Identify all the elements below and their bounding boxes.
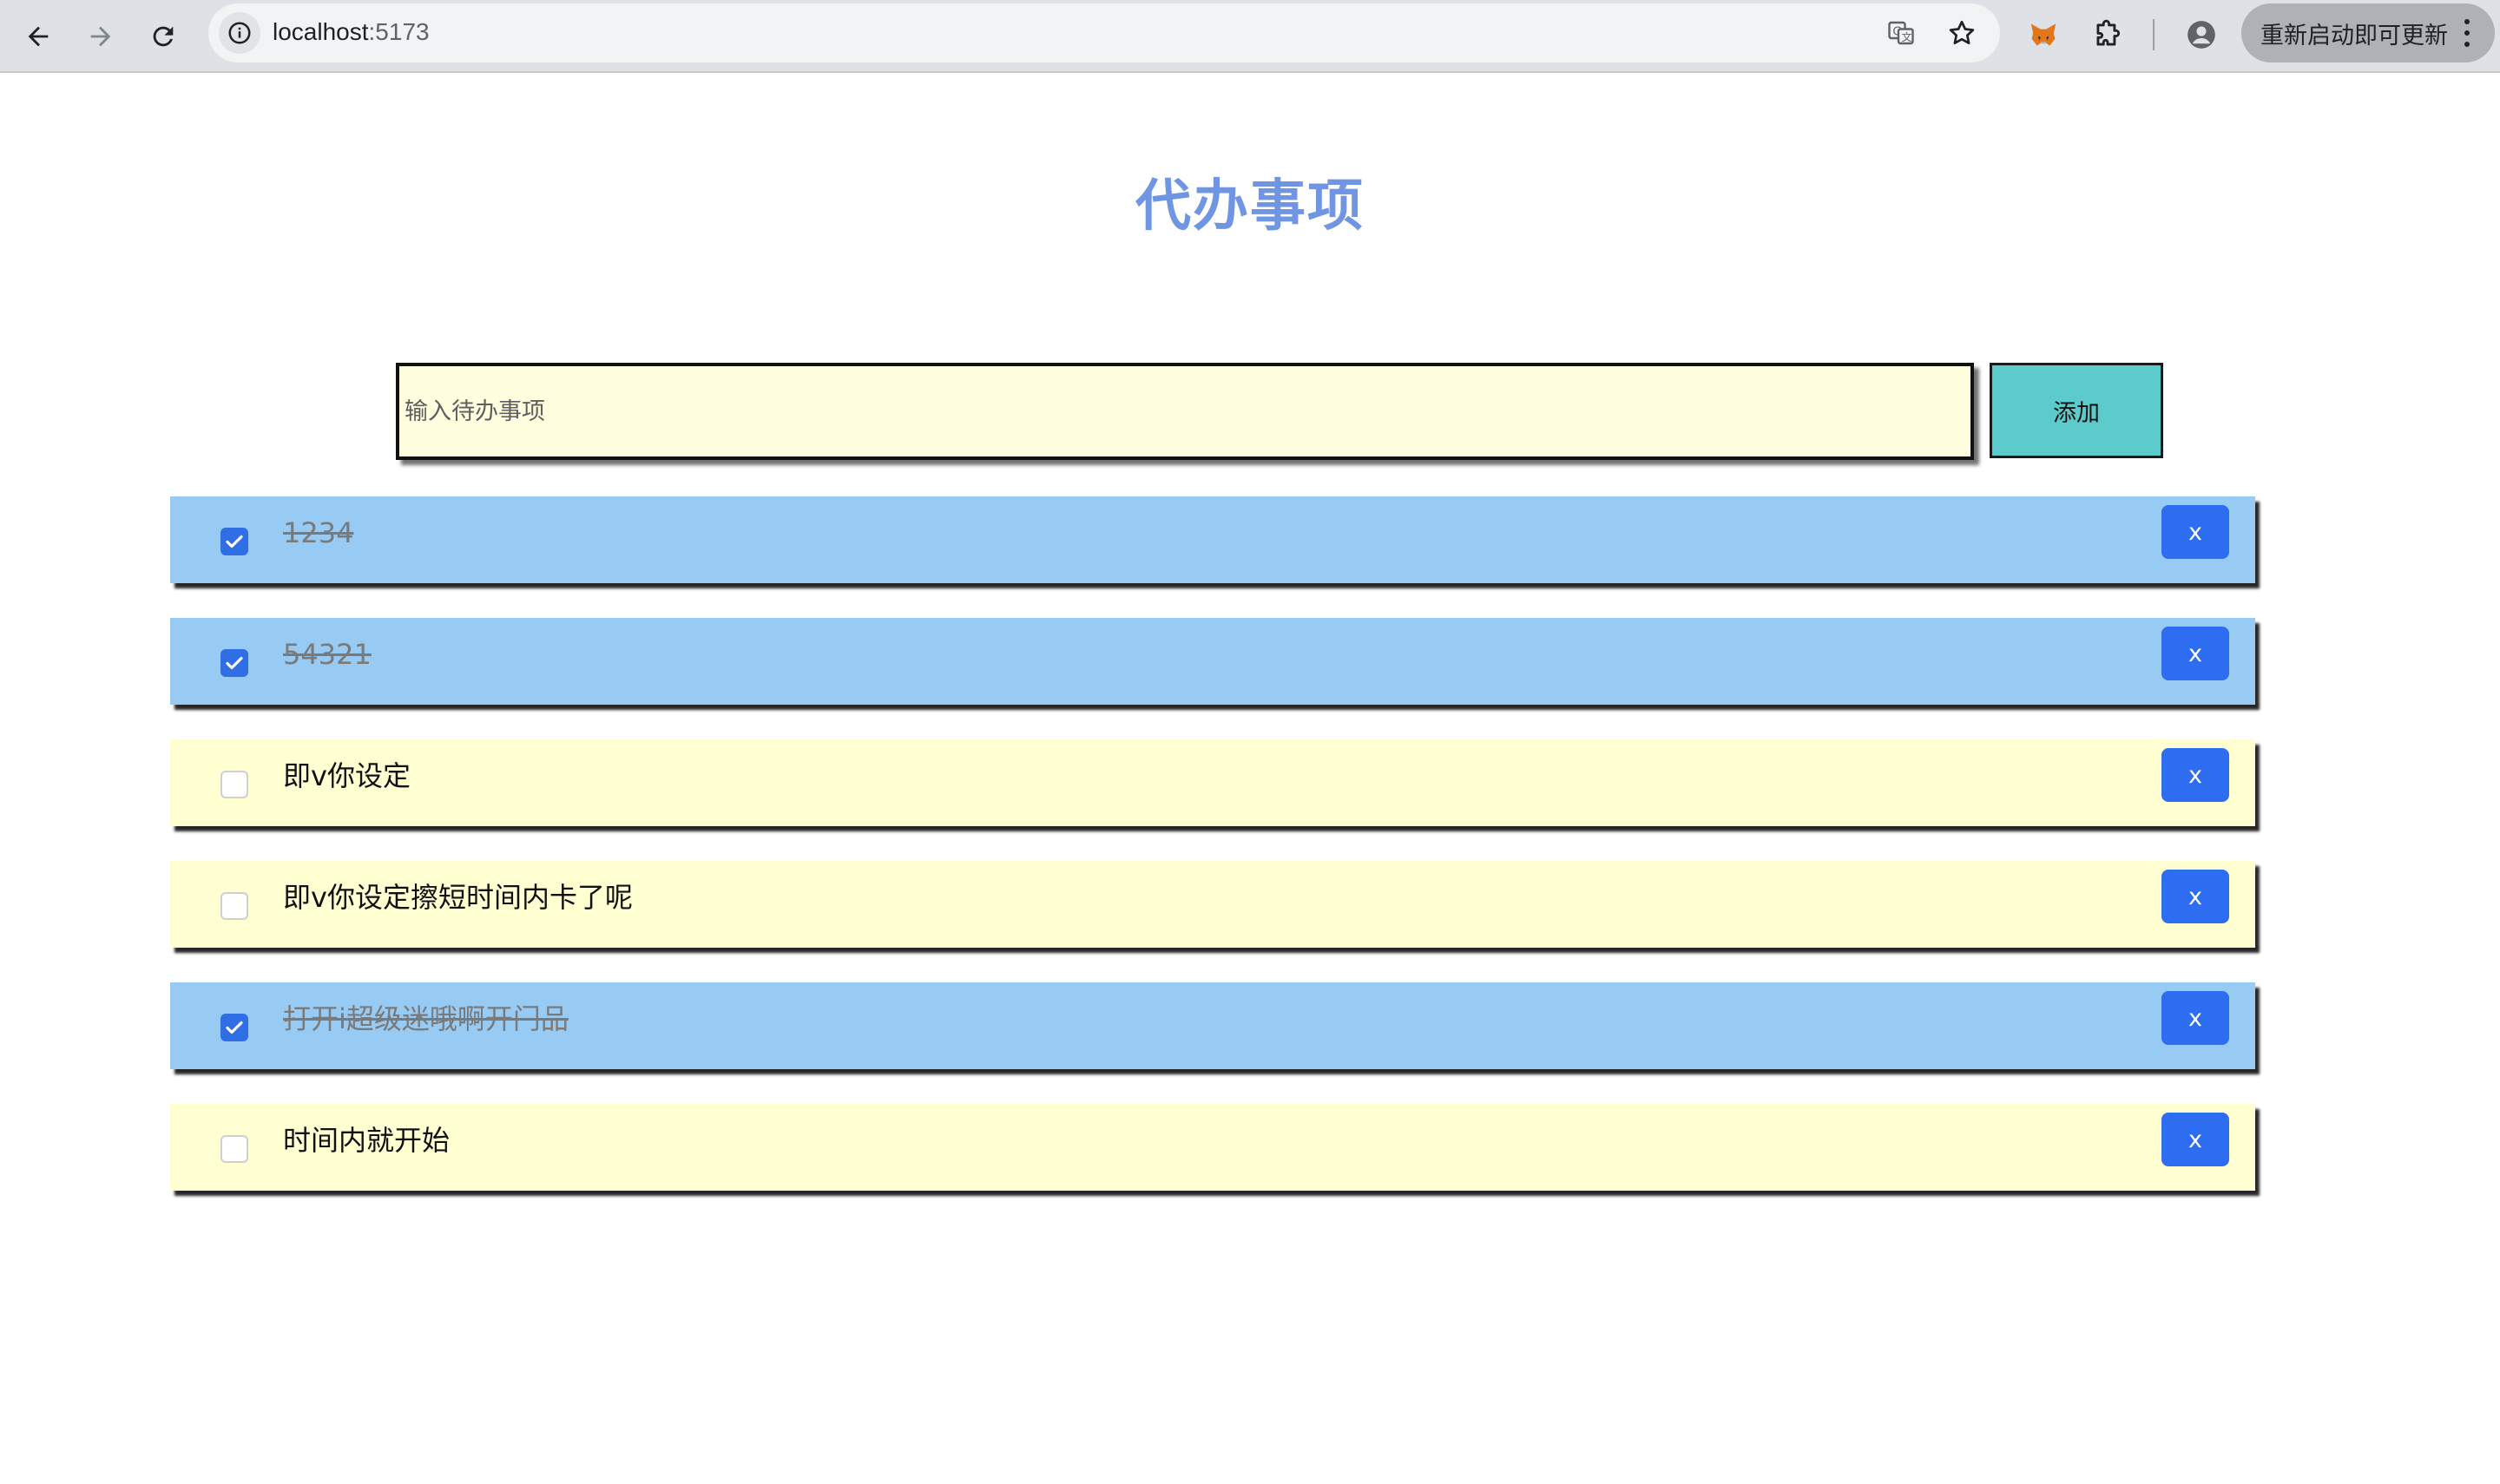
todo-text: 即v你设定擦短时间内卡了呢 (283, 881, 633, 914)
todo-item: 即v你设定 x (170, 739, 2255, 826)
url-host: localhost (273, 18, 369, 45)
url-text[interactable]: localhost:5173 (273, 18, 430, 46)
more-vert-icon (2464, 19, 2470, 47)
todo-item: 即v你设定擦短时间内卡了呢 x (170, 861, 2255, 948)
todo-text: 时间内就开始 (283, 1124, 451, 1157)
update-button[interactable]: 重新启动即可更新 (2241, 3, 2495, 62)
translate-icon: G文 (1888, 21, 1914, 45)
back-button[interactable] (14, 12, 62, 61)
bookmark-button[interactable] (1944, 16, 1979, 50)
reload-icon (153, 26, 174, 47)
arrow-left-icon (28, 26, 49, 47)
delete-button[interactable]: x (2161, 505, 2229, 559)
reload-button[interactable] (139, 12, 188, 61)
info-icon (228, 22, 251, 44)
todo-item: 打开i超级迷哦啊开门品 x (170, 982, 2255, 1069)
star-icon (1949, 20, 1975, 45)
site-info-button[interactable] (219, 12, 260, 54)
url-port: :5173 (368, 18, 430, 45)
delete-button[interactable]: x (2161, 627, 2229, 680)
todo-checkbox[interactable] (220, 771, 248, 798)
puzzle-icon (2096, 19, 2121, 46)
profile-button[interactable] (2181, 14, 2222, 56)
todo-text: 打开i超级迷哦啊开门品 (283, 1002, 569, 1035)
page-title: 代办事项 (1135, 174, 1365, 239)
avatar-icon (2188, 21, 2215, 49)
todo-checkbox[interactable] (220, 1135, 248, 1163)
extensions-button[interactable] (2087, 14, 2128, 56)
todo-list: 1234 x 54321 x 即v你设定 x 即v你设定擦短时间内卡了呢 x 打开i超级迷哦啊开… (170, 496, 2255, 1225)
address-bar[interactable]: localhost:5173 G文 (208, 3, 2000, 62)
todo-checkbox[interactable] (220, 892, 248, 920)
arrow-right-icon (90, 26, 111, 47)
todo-checkbox[interactable] (220, 649, 248, 677)
delete-button[interactable]: x (2161, 991, 2229, 1045)
svg-text:文: 文 (1901, 30, 1911, 43)
browser-toolbar: localhost:5173 G文 重新启动即可更新 (0, 0, 2500, 73)
todo-text: 1234 (283, 516, 354, 549)
toolbar-separator (2153, 19, 2155, 50)
delete-button[interactable]: x (2161, 1113, 2229, 1166)
todo-item: 54321 x (170, 618, 2255, 705)
translate-button[interactable]: G文 (1884, 16, 1918, 50)
todo-input[interactable] (396, 363, 1974, 460)
check-icon (226, 535, 243, 548)
delete-button[interactable]: x (2161, 870, 2229, 923)
todo-checkbox[interactable] (220, 528, 248, 555)
fox-icon (2030, 23, 2056, 46)
delete-button[interactable]: x (2161, 748, 2229, 802)
check-icon (226, 656, 243, 670)
todo-item: 1234 x (170, 496, 2255, 583)
update-label: 重新启动即可更新 (2260, 22, 2448, 49)
todo-text: 即v你设定 (283, 759, 411, 792)
todo-text: 54321 (283, 638, 372, 671)
check-icon (226, 1021, 243, 1034)
add-button[interactable]: 添加 (1990, 363, 2163, 458)
todo-item: 时间内就开始 x (170, 1104, 2255, 1191)
forward-button[interactable] (76, 12, 125, 61)
metamask-extension-button[interactable] (2023, 14, 2064, 56)
todo-checkbox[interactable] (220, 1014, 248, 1041)
